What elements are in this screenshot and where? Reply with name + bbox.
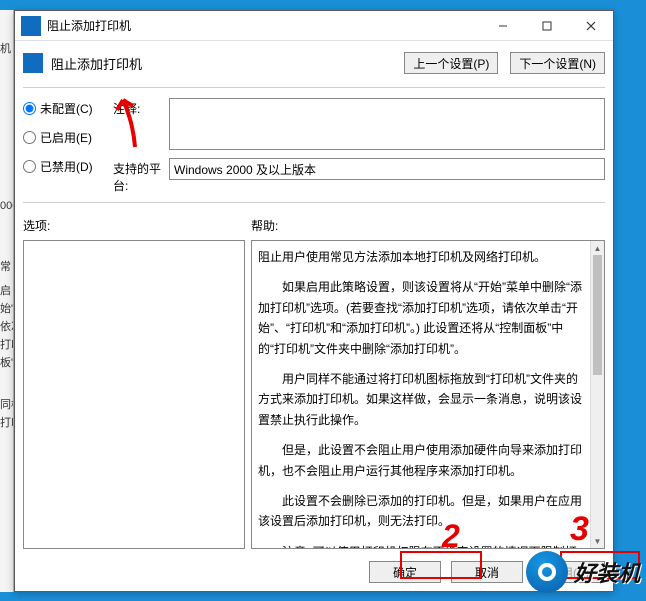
apply-button[interactable]: 应用(A) [533, 561, 605, 583]
radio-disabled-input[interactable] [23, 160, 36, 173]
panel-headers: 选项: 帮助: [23, 217, 605, 234]
titlebar: 阻止添加打印机 [15, 11, 613, 41]
app-icon [21, 16, 41, 36]
help-scrollbar[interactable]: ▲ ▼ [590, 241, 604, 548]
close-button[interactable] [569, 11, 613, 41]
radio-enabled-input[interactable] [23, 131, 36, 144]
help-panel: 阻止用户使用常见方法添加本地打印机及网络打印机。 如果启用此策略设置，则该设置将… [251, 240, 605, 549]
options-panel [23, 240, 245, 549]
header-row: 阻止添加打印机 上一个设置(P) 下一个设置(N) [23, 47, 605, 79]
radio-not-configured[interactable]: 未配置(C) [23, 100, 113, 117]
maximize-button[interactable] [525, 11, 569, 41]
help-label: 帮助: [251, 217, 278, 234]
policy-icon [23, 53, 43, 73]
radio-not-configured-label: 未配置(C) [40, 100, 93, 117]
state-radio-group: 未配置(C) 已启用(E) 已禁用(D) [23, 98, 113, 194]
dialog-buttons: 确定 取消 应用(A) [23, 555, 605, 583]
radio-enabled-label: 已启用(E) [40, 129, 92, 146]
platform-value: Windows 2000 及以上版本 [174, 161, 316, 178]
notes-label: 注释: [113, 98, 169, 117]
dialog-window: 阻止添加打印机 阻止添加打印机 上一个设置(P) 下一个设置(N) 未配置(C) [14, 10, 614, 592]
radio-enabled[interactable]: 已启用(E) [23, 129, 113, 146]
policy-title: 阻止添加打印机 [51, 54, 392, 73]
help-text: 阻止用户使用常见方法添加本地打印机及网络打印机。 如果启用此策略设置，则该设置将… [252, 241, 590, 548]
window-title: 阻止添加打印机 [47, 17, 481, 34]
scroll-thumb[interactable] [593, 255, 602, 375]
divider-2 [23, 202, 605, 203]
scroll-down-icon[interactable]: ▼ [591, 534, 604, 548]
platform-label: 支持的平台: [113, 158, 169, 194]
notes-textarea[interactable] [169, 98, 605, 150]
prev-setting-button[interactable]: 上一个设置(P) [404, 52, 498, 74]
scroll-up-icon[interactable]: ▲ [591, 241, 604, 255]
options-label: 选项: [23, 217, 251, 234]
radio-disabled[interactable]: 已禁用(D) [23, 158, 113, 175]
radio-disabled-label: 已禁用(D) [40, 158, 93, 175]
cancel-button[interactable]: 取消 [451, 561, 523, 583]
cropped-left-panel: 机 000 常 启 始" 依次 打印 板"中 同样 打印 [0, 10, 14, 592]
next-setting-button[interactable]: 下一个设置(N) [510, 52, 605, 74]
radio-not-configured-input[interactable] [23, 102, 36, 115]
platform-field: Windows 2000 及以上版本 [169, 158, 605, 180]
minimize-button[interactable] [481, 11, 525, 41]
ok-button[interactable]: 确定 [369, 561, 441, 583]
divider [23, 87, 605, 88]
